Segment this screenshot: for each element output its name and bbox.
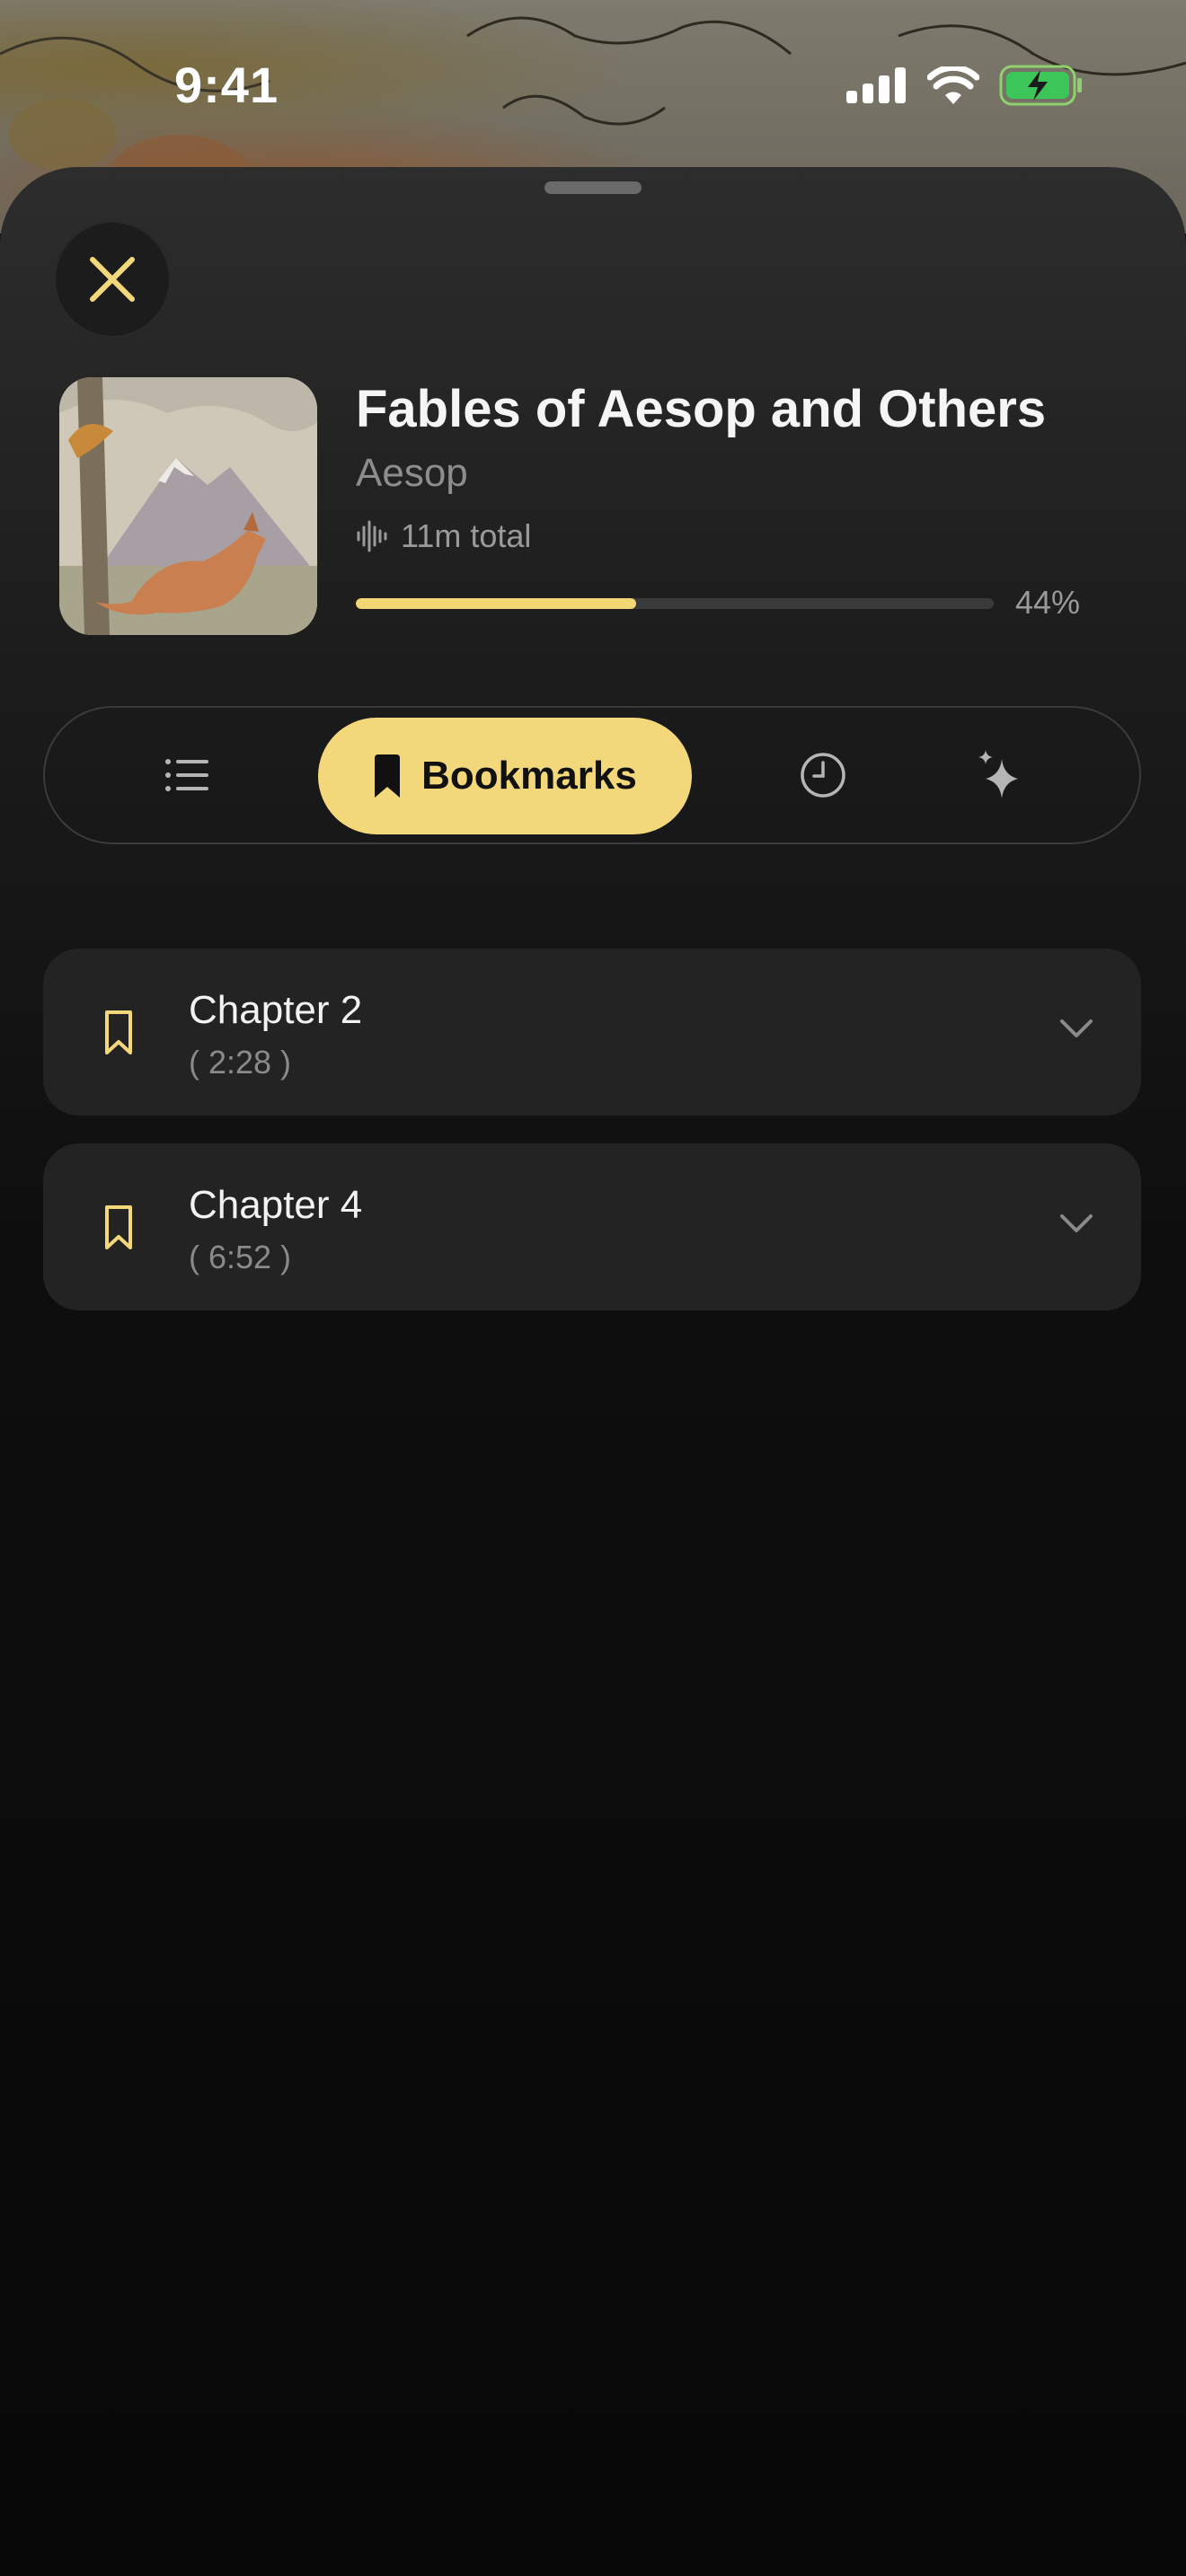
book-title: Fables of Aesop and Others [356,380,1047,438]
duration-row: 11m total [356,517,531,555]
bookmark-outline-icon [105,1010,132,1054]
cellular-signal-icon [846,67,906,103]
progress-fill [356,598,637,609]
tab-ai[interactable] [945,706,1053,844]
chevron-down-icon[interactable] [1058,1017,1094,1040]
bookmark-outline-icon [105,1205,132,1249]
status-icons [846,65,1084,106]
battery-charging-icon [999,65,1082,106]
close-icon [90,257,135,302]
tab-bookmarks-label: Bookmarks [421,754,637,798]
book-cover [59,377,317,635]
sparkle-icon [978,750,1018,798]
list-icon [165,759,208,791]
bookmark-time: ( 6:52 ) [189,1239,292,1275]
sheet-grabber[interactable] [544,181,642,194]
book-author[interactable]: Aesop [356,451,468,496]
status-time: 9:41 [174,57,279,113]
book-cover-artwork [59,377,317,635]
bookmark-time: ( 2:28 ) [189,1044,292,1081]
close-button[interactable] [54,221,171,338]
tab-history[interactable] [769,706,877,844]
progress-percent: 44% [1015,584,1081,621]
wifi-icon [927,66,979,104]
bookmark-title: Chapter 4 [189,1183,363,1227]
bookmark-title: Chapter 2 [189,988,363,1032]
clock-icon [801,753,845,798]
waveform-icon [357,520,387,552]
duration-text: 11m total [401,517,532,554]
status-bar: 9:41 [0,0,1186,171]
segment-tab-bar: Bookmarks [43,706,1141,844]
bookmark-row[interactable]: Chapter 2 ( 2:28 ) [43,948,1141,1116]
listening-progress-bar [356,598,994,609]
tab-chapters[interactable] [133,706,241,844]
chevron-down-icon[interactable] [1058,1212,1094,1235]
tab-bookmarks[interactable]: Bookmarks [318,718,692,834]
bookmark-row[interactable]: Chapter 4 ( 6:52 ) [43,1143,1141,1310]
bookmark-filled-icon [375,754,401,798]
bookmarks-sheet: Fables of Aesop and Others Aesop 11m tot… [0,167,1186,2576]
